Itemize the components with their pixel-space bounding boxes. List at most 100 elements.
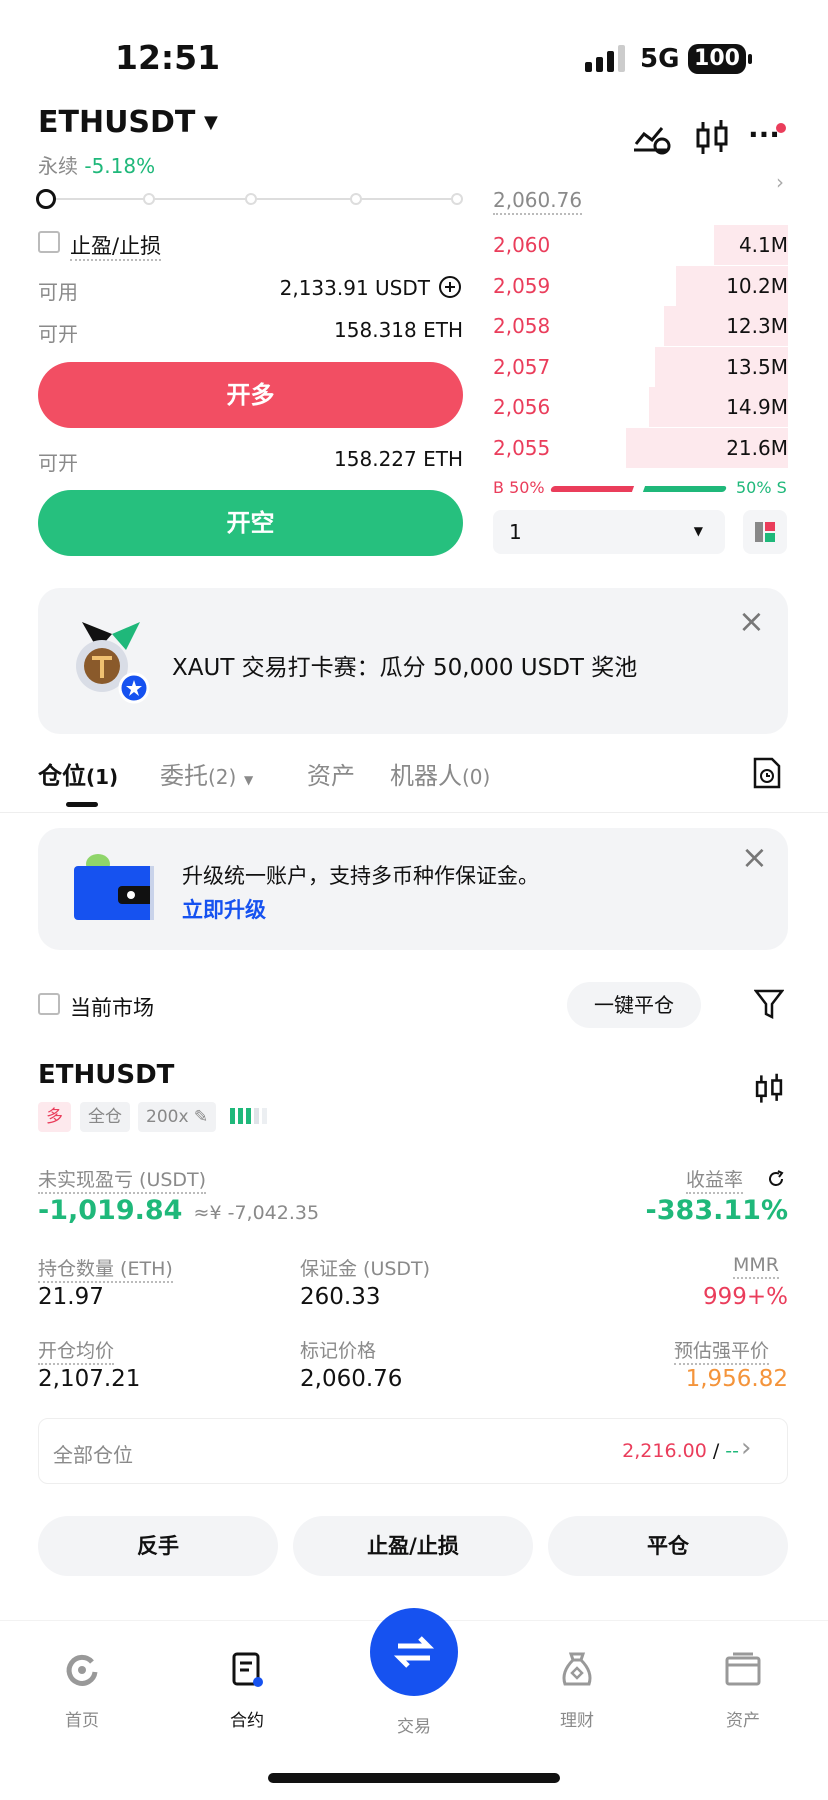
open-long-button[interactable]: 开多: [38, 362, 463, 428]
tab-assets[interactable]: 资产: [307, 756, 355, 791]
size-label[interactable]: 持仓数量 (ETH): [38, 1258, 173, 1283]
history-icon[interactable]: [752, 756, 782, 790]
tab-positions[interactable]: 仓位(1): [38, 756, 118, 791]
available-label: 可用: [38, 280, 78, 304]
tp-sl-button[interactable]: 止盈/止损: [293, 1516, 533, 1576]
long-max-value: 158.318 ETH: [334, 318, 463, 342]
notification-dot: [776, 123, 786, 133]
ask-row[interactable]: 2,060 4.1M: [493, 225, 788, 265]
all-positions-separator: /: [712, 1440, 720, 1462]
current-market-label[interactable]: 当前市场: [70, 992, 154, 1022]
sell-ratio: 50% S: [736, 478, 787, 497]
close-promo-icon[interactable]: ×: [738, 602, 765, 640]
liq-label[interactable]: 预估强平价: [674, 1340, 770, 1365]
close-upgrade-icon[interactable]: ×: [741, 838, 768, 876]
refresh-icon[interactable]: [766, 1169, 786, 1189]
margin-value: 260.33: [300, 1284, 381, 1310]
network-label: 5G: [640, 44, 680, 74]
contract-icon: [232, 1652, 263, 1687]
slider-step[interactable]: [143, 193, 155, 205]
entry-label[interactable]: 开仓均价: [38, 1340, 115, 1365]
tab-orders[interactable]: 委托(2) ▼: [160, 756, 253, 791]
symbol-title[interactable]: ETHUSDT: [38, 105, 195, 140]
roe-label[interactable]: 收益率: [686, 1169, 744, 1194]
filter-icon[interactable]: [754, 988, 784, 1020]
slider-step[interactable]: [245, 193, 257, 205]
ask-row[interactable]: 2,058 12.3M: [493, 306, 788, 346]
side-badge: 多: [38, 1102, 71, 1132]
liq-value: 1,956.82: [685, 1366, 788, 1392]
ask-row[interactable]: 2,059 10.2M: [493, 265, 788, 306]
candlestick-chart-icon[interactable]: [692, 118, 732, 158]
ask-quantity: 4.1M: [738, 233, 788, 257]
upgrade-link[interactable]: 立即升级: [182, 894, 266, 924]
chart-icon[interactable]: [752, 1072, 786, 1106]
ask-price: 2,060: [493, 233, 551, 257]
ask-row[interactable]: 2,056 14.9M: [493, 387, 788, 427]
tab-bots[interactable]: 机器人(0): [390, 756, 490, 791]
margin-mode-badge: 全仓: [80, 1102, 130, 1132]
ask-price: 2,057: [493, 354, 551, 379]
slider-step[interactable]: [451, 193, 463, 205]
battery-icon: 100: [688, 44, 752, 74]
strategy-icon[interactable]: [632, 118, 672, 158]
contract-subtitle: 永续 -5.18%: [38, 150, 155, 179]
nav-contract[interactable]: 合约: [207, 1650, 287, 1731]
long-max-label: 可开: [38, 322, 78, 346]
status-time: 12:51: [115, 38, 221, 77]
upgrade-text: 升级统一账户，支持多币种作保证金。: [182, 864, 539, 888]
tp-sl-label[interactable]: 止盈/止损: [70, 234, 162, 261]
mmr-label[interactable]: MMR: [733, 1254, 779, 1279]
ask-price: 2,058: [493, 314, 551, 338]
close-position-button[interactable]: 平仓: [548, 1516, 788, 1576]
more-icon[interactable]: ···: [748, 118, 780, 151]
current-market-checkbox[interactable]: [38, 993, 60, 1015]
chevron-right-icon[interactable]: ›: [776, 170, 784, 194]
ask-quantity: 13.5M: [726, 354, 788, 379]
promo-text: XAUT 交易打卡赛：瓜分 50,000 USDT 奖池: [172, 655, 638, 681]
promo-banner[interactable]: XAUT 交易打卡赛：瓜分 50,000 USDT 奖池 ×: [38, 588, 788, 734]
nav-earn[interactable]: 理财: [537, 1650, 617, 1731]
short-max-label: 可开: [38, 451, 78, 475]
last-price[interactable]: 2,060.76: [493, 188, 583, 215]
upgrade-banner[interactable]: 升级统一账户，支持多币种作保证金。 立即升级 ×: [38, 828, 788, 950]
reverse-button[interactable]: 反手: [38, 1516, 278, 1576]
slider-handle[interactable]: [36, 189, 56, 209]
add-funds-icon[interactable]: [438, 275, 462, 299]
ask-row[interactable]: 2,057 13.5M: [493, 346, 788, 387]
price-change: -5.18%: [84, 154, 156, 178]
ask-quantity: 10.2M: [726, 273, 788, 298]
buy-ratio: B 50%: [493, 478, 545, 497]
short-max-value: 158.227 ETH: [334, 447, 463, 471]
entry-value: 2,107.21: [38, 1366, 141, 1392]
close-all-button[interactable]: 一键平仓: [567, 982, 701, 1028]
mark-value: 2,060.76: [300, 1366, 403, 1392]
upnl-label[interactable]: 未实现盈亏 (USDT): [38, 1169, 207, 1194]
position-symbol[interactable]: ETHUSDT: [38, 1060, 174, 1090]
contract-type: 永续: [38, 154, 78, 178]
ask-price: 2,055: [493, 435, 551, 460]
book-layout-icon[interactable]: [743, 510, 787, 554]
symbol-dropdown-icon[interactable]: ▼: [204, 112, 218, 133]
earn-icon: [562, 1652, 592, 1686]
ask-price: 2,059: [493, 273, 551, 298]
home-indicator: [268, 1773, 560, 1783]
precision-select[interactable]: 1 ▼: [493, 510, 725, 554]
leverage-badge[interactable]: 200x ✎: [138, 1102, 217, 1132]
nav-home[interactable]: 首页: [42, 1650, 122, 1731]
ask-row[interactable]: 2,055 21.6M: [493, 427, 788, 468]
roe-value: -383.11%: [645, 1195, 788, 1226]
mark-label: 标记价格: [300, 1340, 377, 1362]
ask-price: 2,056: [493, 395, 551, 419]
trade-button[interactable]: [370, 1608, 458, 1696]
caret-down-icon: ▼: [693, 524, 703, 538]
all-positions-row[interactable]: 全部仓位 2,216.00 / -- ›: [38, 1418, 788, 1484]
open-short-button[interactable]: 开空: [38, 490, 463, 556]
margin-label: 保证金 (USDT): [300, 1258, 431, 1280]
tp-sl-checkbox[interactable]: [38, 231, 60, 253]
signal-icon: [585, 44, 625, 72]
slider-step[interactable]: [350, 193, 362, 205]
all-positions-value: 2,216.00: [622, 1440, 707, 1462]
nav-assets[interactable]: 资产: [703, 1650, 783, 1731]
nav-trade-label[interactable]: 交易: [374, 1712, 454, 1737]
